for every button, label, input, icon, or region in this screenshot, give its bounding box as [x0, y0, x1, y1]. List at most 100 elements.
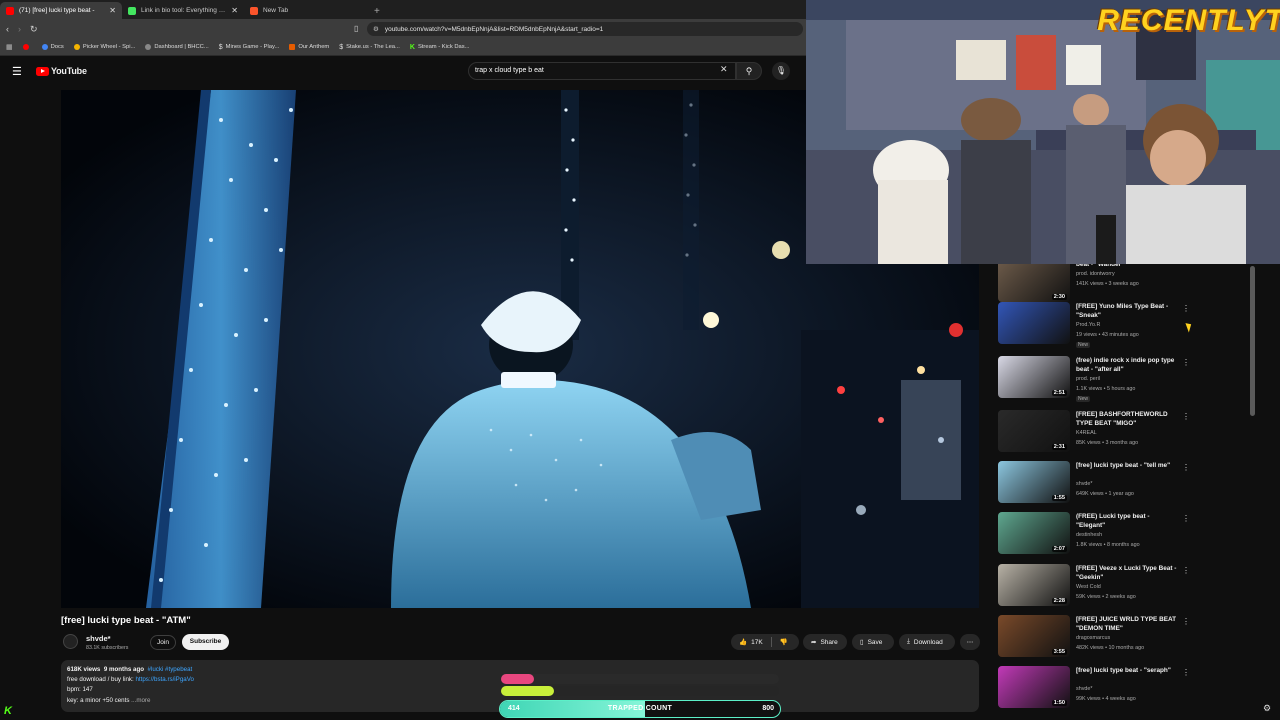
- like-count[interactable]: 17K: [751, 639, 763, 646]
- recommendation-channel[interactable]: dragosmarcus: [1076, 635, 1110, 641]
- channel-avatar[interactable]: [63, 634, 78, 649]
- recommendations-sidebar: 2:30 beat - "Wander" prod. idontworry 141K …: [980, 264, 1280, 720]
- tab-label: New Tab: [263, 7, 289, 14]
- recommendation-title[interactable]: beat - "Wander": [1076, 264, 1180, 269]
- recommendation-item[interactable]: 2:51 (free) indie rock x indie pop type b…: [988, 356, 1258, 404]
- share-button[interactable]: ➦ Share: [803, 634, 847, 650]
- recommendation-item[interactable]: 2:31 [FREE] BASHFORTHEWORLD TYPE BEAT "MI…: [988, 410, 1258, 458]
- more-actions-button[interactable]: ⋯: [960, 634, 980, 650]
- search-button[interactable]: ⚲: [736, 62, 762, 80]
- back-icon[interactable]: ‹: [6, 24, 9, 34]
- channel-name[interactable]: shvde*: [86, 634, 111, 643]
- video-thumbnail[interactable]: 1:50: [998, 666, 1070, 708]
- like-icon[interactable]: 👍: [739, 638, 747, 646]
- recommendation-title[interactable]: [FREE] Veeze x Lucki Type Beat - "Geekin…: [1076, 564, 1180, 582]
- browser-tab-linktree[interactable]: Link in bio tool: Everything you are ✕: [122, 2, 244, 19]
- video-thumbnail[interactable]: 2:51: [998, 356, 1070, 398]
- recommendation-channel[interactable]: shvde*: [1076, 686, 1092, 692]
- apps-grid-icon[interactable]: ▦: [6, 43, 13, 51]
- more-vertical-icon[interactable]: ⋮: [1182, 304, 1190, 313]
- video-duration: 2:31: [1051, 444, 1067, 450]
- close-tab-icon[interactable]: ✕: [231, 6, 238, 15]
- bookmark-youtube[interactable]: [22, 44, 32, 50]
- recommendation-title[interactable]: (free) indie rock x indie pop type beat …: [1076, 356, 1180, 374]
- video-duration: 2:51: [1051, 390, 1067, 396]
- clear-search-icon[interactable]: ✕: [720, 64, 728, 75]
- video-thumbnail[interactable]: 3:55: [998, 615, 1070, 657]
- video-duration: 1:55: [1051, 495, 1067, 501]
- settings-gear-icon[interactable]: ⚙: [1263, 703, 1271, 714]
- dislike-icon[interactable]: 👎: [780, 638, 788, 646]
- video-thumbnail[interactable]: 1:55: [998, 461, 1070, 503]
- more-vertical-icon[interactable]: ⋮: [1182, 617, 1190, 626]
- dashboard-icon: [145, 44, 152, 50]
- new-tab-button[interactable]: +: [366, 6, 388, 19]
- recommendation-title[interactable]: [FREE] Yuno Miles Type Beat - "Sneak": [1076, 302, 1180, 320]
- recommendation-item[interactable]: 2:07 (FREE) Lucki type beat - "Elegant" de…: [988, 512, 1258, 560]
- bookmark-kick[interactable]: K Stream - Kick Das...: [410, 44, 470, 51]
- bookmark-our-anthem[interactable]: Our Anthem: [289, 44, 329, 50]
- browser-tab-new[interactable]: New Tab: [244, 2, 366, 19]
- more-vertical-icon[interactable]: ⋮: [1182, 514, 1190, 523]
- bookmark-mines[interactable]: $ Mines Game - Play...: [219, 44, 280, 51]
- site-info-icon[interactable]: ⚙: [373, 25, 379, 33]
- url-bar[interactable]: ⚙ youtube.com/watch?v=M5dnbEpNnjA&list=R…: [367, 22, 803, 36]
- logo-text: YouTube: [51, 66, 87, 76]
- more-vertical-icon[interactable]: ⋮: [1182, 566, 1190, 575]
- video-thumbnail[interactable]: 2:31: [998, 410, 1070, 452]
- recommendation-channel[interactable]: K4REAL: [1076, 430, 1097, 436]
- recommendation-title[interactable]: [FREE] BASHFORTHEWORLD TYPE BEAT "MIGO": [1076, 410, 1180, 428]
- recommendation-channel[interactable]: Prod.Yo.R: [1076, 322, 1100, 328]
- bookmark-icon[interactable]: ▯: [354, 24, 358, 33]
- video-thumbnail[interactable]: 2:07: [998, 512, 1070, 554]
- save-button[interactable]: ▯ Save: [852, 634, 894, 650]
- voice-search-button[interactable]: 🎙: [772, 62, 790, 80]
- show-more-link[interactable]: ...more: [131, 697, 150, 704]
- recommendation-meta: 99K views • 4 weeks ago: [1076, 696, 1136, 702]
- recommendation-item[interactable]: [FREE] Yuno Miles Type Beat - "Sneak" Pro…: [988, 302, 1258, 350]
- subscribe-button[interactable]: Subscribe: [182, 634, 229, 650]
- hashtags[interactable]: #lucki #typebeat: [148, 666, 193, 673]
- recommendation-title[interactable]: [FREE] JUICE WRLD TYPE BEAT "DEMON TIME": [1076, 615, 1180, 633]
- recommendation-channel[interactable]: destinhesh: [1076, 532, 1102, 538]
- recommendation-title[interactable]: (FREE) Lucki type beat - "Elegant": [1076, 512, 1180, 530]
- video-title: [free] lucki type beat - "ATM": [61, 615, 191, 626]
- video-thumbnail[interactable]: [998, 302, 1070, 344]
- join-button[interactable]: Join: [150, 635, 176, 650]
- browser-tab-youtube[interactable]: (71) [free] lucki type beat - ✕: [0, 2, 122, 19]
- more-vertical-icon[interactable]: ⋮: [1182, 463, 1190, 472]
- video-thumbnail[interactable]: 2:30: [998, 264, 1070, 302]
- menu-icon[interactable]: ☰: [12, 65, 22, 78]
- download-button[interactable]: ⤓ Download: [899, 634, 955, 650]
- search-input[interactable]: trap x cloud type b eat: [468, 62, 736, 80]
- more-vertical-icon[interactable]: ⋮: [1182, 668, 1190, 677]
- kick-logo: K: [4, 705, 12, 717]
- recommendation-title[interactable]: [free] lucki type beat - "tell me": [1076, 461, 1180, 470]
- bookmark-picker-wheel[interactable]: Picker Wheel - Spi...: [73, 44, 135, 50]
- trapped-max: 800: [762, 705, 774, 712]
- reload-icon[interactable]: ↻: [30, 24, 38, 35]
- more-vertical-icon[interactable]: ⋮: [1182, 412, 1190, 421]
- recommendation-title[interactable]: [free] lucki type beat - "seraph": [1076, 666, 1180, 675]
- video-thumbnail[interactable]: 2:28: [998, 564, 1070, 606]
- buy-link[interactable]: https://bsta.rs/iPgaVo: [135, 676, 193, 683]
- recommendation-item[interactable]: 1:55 [free] lucki type beat - "tell me" sh…: [988, 461, 1258, 509]
- recommendation-item[interactable]: 1:50 [free] lucki type beat - "seraph" shv…: [988, 666, 1258, 714]
- video-duration: 1:50: [1051, 700, 1067, 706]
- bookmark-docs[interactable]: Docs: [41, 44, 64, 50]
- recommendation-item[interactable]: 3:55 [FREE] JUICE WRLD TYPE BEAT "DEMON T…: [988, 615, 1258, 663]
- anthem-icon: [289, 44, 296, 50]
- bookmark-dashboard[interactable]: Dashboard | BHCC...: [145, 44, 209, 50]
- bookmark-stake[interactable]: $ Stake.us - The Lea...: [339, 44, 400, 51]
- recommendation-channel[interactable]: prod. peril: [1076, 376, 1100, 382]
- recommendation-channel[interactable]: shvde*: [1076, 481, 1092, 487]
- close-tab-icon[interactable]: ✕: [109, 6, 116, 15]
- bookmark-label: Stake.us - The Lea...: [346, 44, 400, 50]
- recommendation-channel[interactable]: prod. idontworry: [1076, 271, 1115, 277]
- recommendation-channel[interactable]: West Cold: [1076, 584, 1101, 590]
- sidebar-scrollbar[interactable]: [1250, 266, 1255, 416]
- recommendation-item[interactable]: 2:28 [FREE] Veeze x Lucki Type Beat - "Ge…: [988, 564, 1258, 612]
- more-vertical-icon[interactable]: ⋮: [1182, 358, 1190, 367]
- forward-icon[interactable]: ›: [18, 24, 21, 34]
- youtube-logo[interactable]: YouTube: [36, 66, 87, 76]
